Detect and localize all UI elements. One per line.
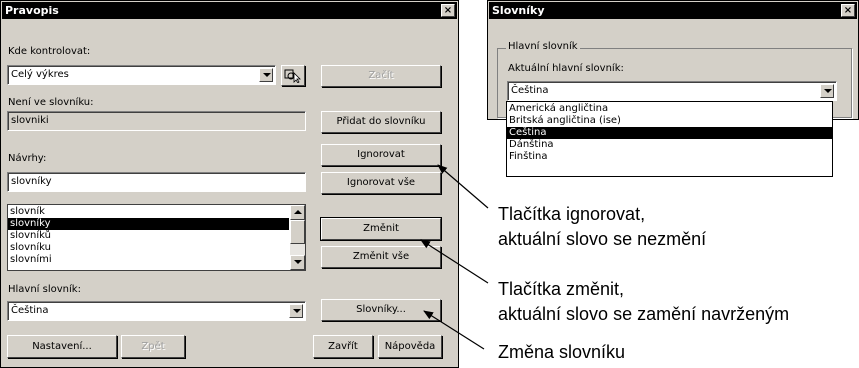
main-dict-label: Hlavní slovník: <box>8 284 81 295</box>
dictionaries-button[interactable]: Slovníky... <box>321 299 441 321</box>
current-dict-value: Čeština <box>511 85 549 96</box>
close-icon[interactable]: × <box>441 4 455 17</box>
list-item[interactable]: slovníků <box>8 230 305 242</box>
close-icon[interactable]: × <box>841 4 855 17</box>
select-objects-icon <box>284 69 301 84</box>
spell-dialog-titlebar: Pravopis × <box>2 2 457 19</box>
add-to-dict-button[interactable]: Přidat do slovníku <box>321 111 441 133</box>
change-button[interactable]: Změnit <box>320 217 442 241</box>
spell-check-dialog: Pravopis × Kde kontrolovat: Celý výkres … <box>0 0 459 368</box>
suggestion-value: slovníky <box>11 176 52 187</box>
dict-option[interactable]: Čeština <box>507 127 832 139</box>
annotation-ignore-line2: aktuální slovo se nezmění <box>498 229 707 249</box>
suggestion-input[interactable]: slovníky <box>7 172 306 192</box>
list-item[interactable]: slovními <box>8 254 305 266</box>
suggestions-scrollbar[interactable] <box>290 205 305 270</box>
start-button[interactable]: Začít <box>321 65 441 87</box>
list-item[interactable]: slovníky <box>8 218 289 230</box>
not-in-dict-value: slovniki <box>11 115 49 126</box>
not-in-dict-field: slovniki <box>7 111 306 131</box>
dict-dialog-titlebar: Slovníky × <box>489 2 857 19</box>
check-where-value: Celý výkres <box>11 69 69 80</box>
scroll-up-icon[interactable] <box>290 205 305 220</box>
settings-button[interactable]: Nastavení... <box>7 335 117 358</box>
check-where-select[interactable]: Celý výkres <box>7 65 276 85</box>
annotation-change-line1: Tlačítka změnit, <box>498 279 625 299</box>
dict-option[interactable]: Dánština <box>507 139 832 151</box>
check-where-label: Kde kontrolovat: <box>8 46 91 57</box>
dict-dropdown-list[interactable]: Americká angličtina Britská angličtina (… <box>506 101 833 177</box>
select-objects-button[interactable] <box>281 65 305 86</box>
annotation-ignore-line1: Tlačítka ignorovat, <box>498 204 646 224</box>
dict-dialog-title: Slovníky <box>492 4 545 17</box>
help-button[interactable]: Nápověda <box>378 335 442 358</box>
list-item[interactable]: slovníku <box>8 242 305 254</box>
spell-dialog-title: Pravopis <box>5 4 59 17</box>
close-button[interactable]: Zavřít <box>313 335 373 358</box>
annotation-change-line2: aktuální slovo se zamění navrženým <box>498 304 790 324</box>
scroll-thumb[interactable] <box>290 220 305 244</box>
dict-option[interactable]: Britská angličtina (ise) <box>507 115 832 127</box>
chevron-down-icon[interactable] <box>820 84 834 98</box>
ignore-all-button[interactable]: Ignorovat vše <box>321 172 441 194</box>
suggestions-list[interactable]: slovník slovníky slovníků slovníku slovn… <box>7 204 306 271</box>
list-item[interactable]: slovník <box>8 206 305 218</box>
dict-option[interactable]: Americká angličtina <box>507 103 832 115</box>
suggestions-label: Návrhy: <box>8 153 47 164</box>
annotation-dictionary-line1: Změna slovníku <box>498 342 626 362</box>
main-dict-group-title: Hlavní slovník <box>506 41 580 52</box>
main-dict-select[interactable]: Čeština <box>7 301 306 321</box>
chevron-down-icon[interactable] <box>259 68 273 82</box>
current-dict-label: Aktuální hlavní slovník: <box>508 63 624 74</box>
dict-option[interactable]: Finština <box>507 151 832 163</box>
ignore-button[interactable]: Ignorovat <box>321 144 441 166</box>
undo-button[interactable]: Zpět <box>121 335 185 358</box>
change-all-button[interactable]: Změnit vše <box>321 246 441 268</box>
not-in-dict-label: Není ve slovníku: <box>8 97 94 108</box>
current-dict-select[interactable]: Čeština <box>507 81 837 101</box>
main-dict-value: Čeština <box>11 305 49 316</box>
chevron-down-icon[interactable] <box>289 304 303 318</box>
scroll-down-icon[interactable] <box>290 255 305 270</box>
